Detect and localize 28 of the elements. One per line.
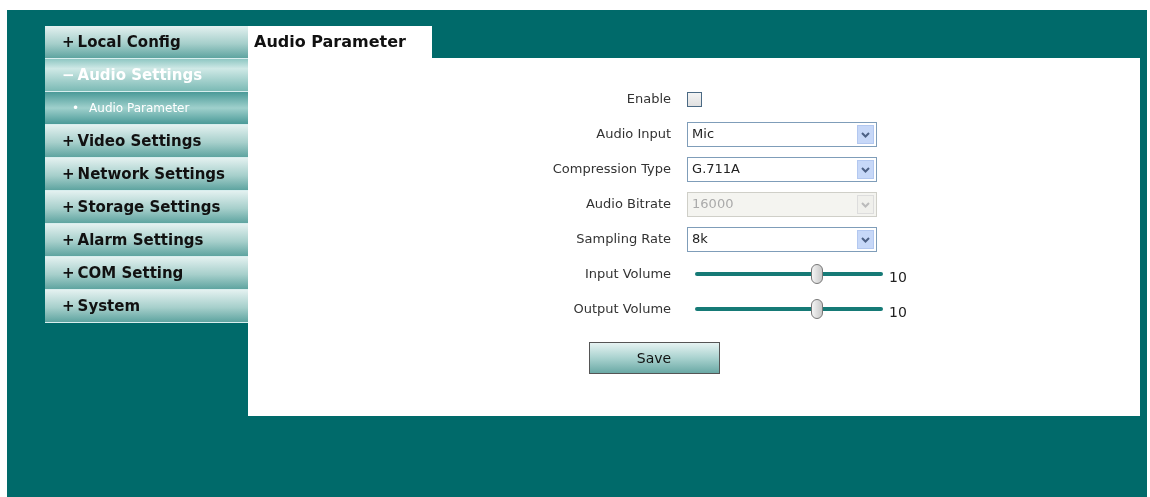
sidebar-item[interactable]: + COM Setting xyxy=(45,257,248,290)
chevron-down-icon[interactable] xyxy=(857,159,875,179)
field-label: Input Volume xyxy=(583,265,672,284)
field-label: Sampling Rate xyxy=(575,230,672,249)
sidebar-item[interactable]: + Local Config xyxy=(45,26,248,59)
field-label: Audio Input xyxy=(595,125,672,144)
chevron-down-icon[interactable] xyxy=(857,229,875,249)
sidebar-item[interactable]: + Video Settings xyxy=(45,125,248,158)
slider-track[interactable] xyxy=(695,272,884,276)
chevron-down-icon[interactable] xyxy=(857,124,875,144)
sidebar-item[interactable]: + Storage Settings xyxy=(45,191,248,224)
sidebar-item[interactable]: + System xyxy=(45,290,248,323)
sidebar-item[interactable]: + Network Settings xyxy=(45,158,248,191)
field-label: Audio Bitrate xyxy=(584,195,672,214)
field-label: Output Volume xyxy=(572,300,672,319)
checkbox[interactable] xyxy=(687,91,703,107)
slider-thumb[interactable] xyxy=(811,264,824,284)
volume-value: 10 xyxy=(889,267,907,287)
volume-value: 10 xyxy=(889,302,907,322)
slider-track[interactable] xyxy=(695,307,884,311)
dropdown[interactable]: G.711A xyxy=(687,156,878,182)
field-label: Enable xyxy=(625,90,672,109)
sidebar-item[interactable]: + Alarm Settings xyxy=(45,224,248,257)
dropdown[interactable]: 8k xyxy=(687,226,878,252)
slider-thumb[interactable] xyxy=(811,299,824,319)
save-button[interactable]: Save xyxy=(588,342,720,374)
dropdown[interactable]: Mic xyxy=(687,121,878,147)
field-label: Compression Type xyxy=(551,160,672,179)
